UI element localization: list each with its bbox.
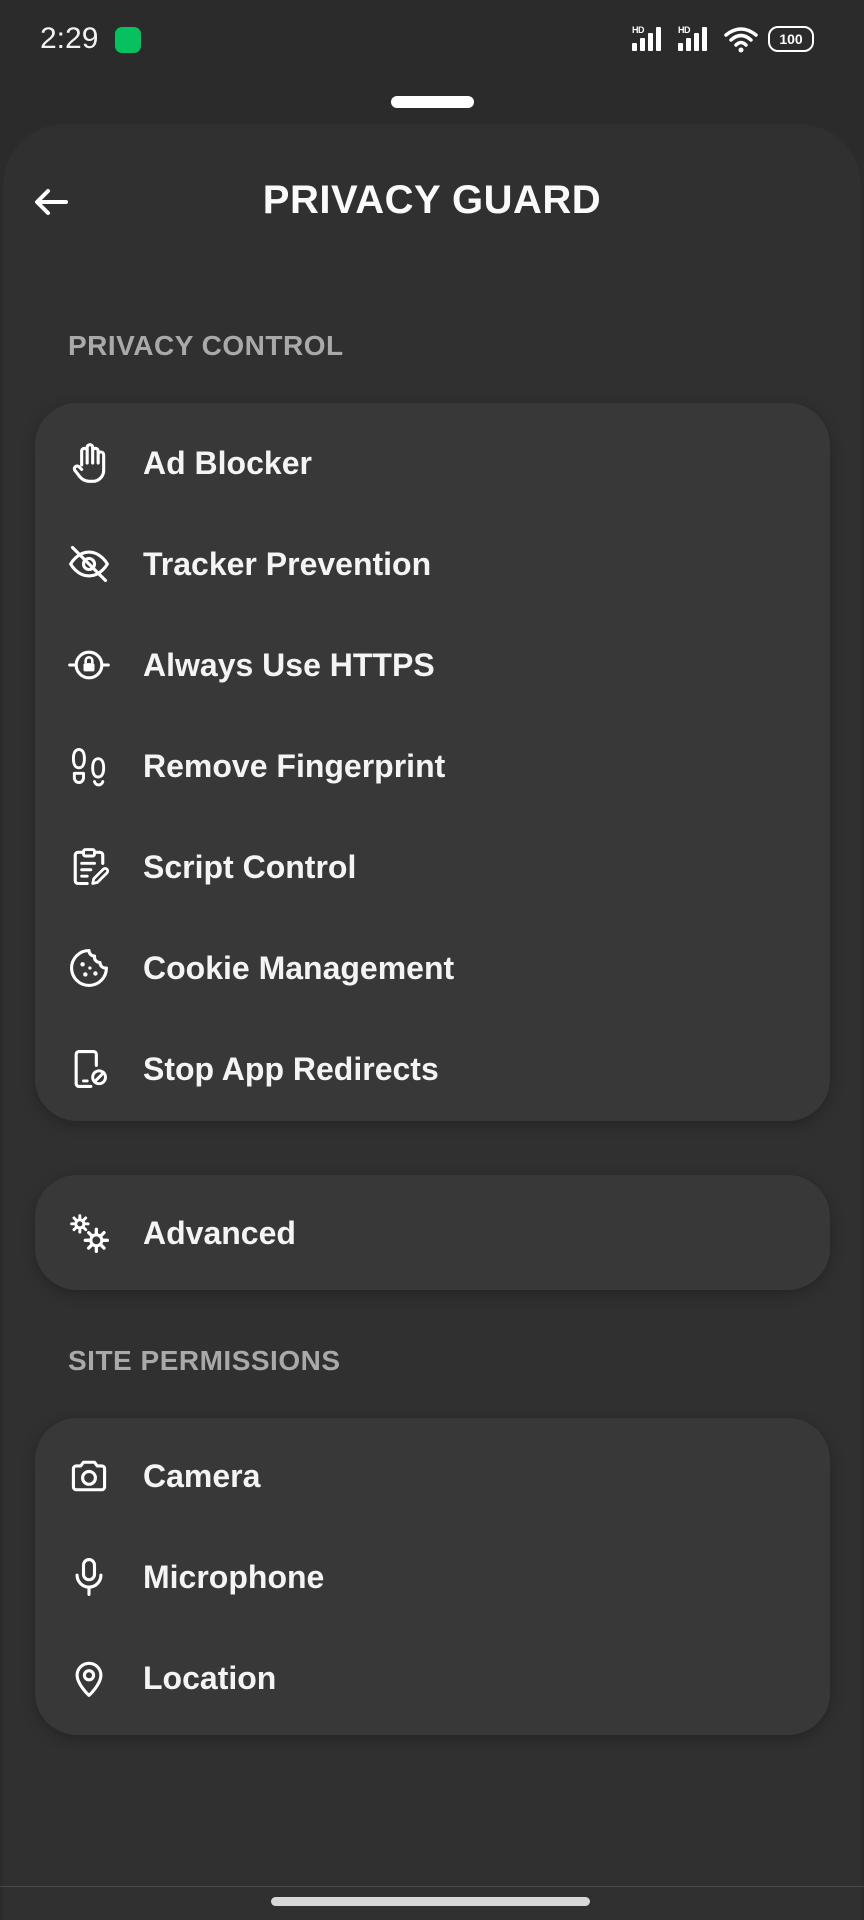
setting-label: Tracker Prevention xyxy=(143,545,432,582)
map-pin-icon xyxy=(67,1656,111,1700)
setting-label: Stop App Redirects xyxy=(143,1050,439,1087)
home-indicator[interactable] xyxy=(271,1897,590,1906)
setting-remove-fingerprint[interactable]: Remove Fingerprint xyxy=(35,716,830,816)
microphone-icon xyxy=(67,1555,111,1599)
navigation-divider xyxy=(0,1886,864,1887)
setting-always-use-https[interactable]: Always Use HTTPS xyxy=(35,615,830,715)
privacy-control-card: Ad Blocker Tracker Prevention Always Use… xyxy=(35,403,830,1121)
permission-location[interactable]: Location xyxy=(35,1628,830,1728)
section-label-privacy-control: PRIVACY CONTROL xyxy=(68,330,344,361)
setting-label: Location xyxy=(143,1659,277,1696)
signal-strength-icon-2: HD xyxy=(678,25,714,53)
setting-label: Cookie Management xyxy=(143,949,455,986)
setting-label: Camera xyxy=(143,1457,261,1494)
camera-icon xyxy=(67,1454,111,1498)
setting-advanced[interactable]: Advanced xyxy=(35,1183,830,1283)
footprints-icon xyxy=(67,744,111,788)
status-bar: 2:29 HD HD 100 xyxy=(0,0,864,80)
wechat-notification-icon xyxy=(115,27,141,53)
setting-label: Microphone xyxy=(143,1558,325,1595)
setting-tracker-prevention[interactable]: Tracker Prevention xyxy=(35,514,830,614)
signal-hd-label: HD xyxy=(632,25,645,35)
setting-label: Always Use HTTPS xyxy=(143,646,435,683)
eye-off-icon xyxy=(67,542,111,586)
setting-label: Ad Blocker xyxy=(143,444,312,481)
signal-strength-icon: HD xyxy=(632,25,668,53)
signal-hd-label-2: HD xyxy=(678,25,691,35)
sheet-grab-handle[interactable] xyxy=(391,96,474,108)
lock-orbit-icon xyxy=(67,643,111,687)
setting-label: Remove Fingerprint xyxy=(143,747,446,784)
setting-label: Advanced xyxy=(143,1214,296,1251)
permission-camera[interactable]: Camera xyxy=(35,1426,830,1526)
wifi-icon xyxy=(724,27,758,53)
setting-ad-blocker[interactable]: Ad Blocker xyxy=(35,413,830,513)
cookie-icon xyxy=(67,946,111,990)
setting-stop-app-redirects[interactable]: Stop App Redirects xyxy=(35,1019,830,1119)
hand-stop-icon xyxy=(67,441,111,485)
status-time: 2:29 xyxy=(40,22,99,55)
permission-microphone[interactable]: Microphone xyxy=(35,1527,830,1627)
battery-icon: 100 xyxy=(768,26,814,52)
site-permissions-card: Camera Microphone Location xyxy=(35,1418,830,1735)
advanced-card: Advanced xyxy=(35,1175,830,1290)
section-label-site-permissions: SITE PERMISSIONS xyxy=(68,1345,341,1376)
status-indicators: HD HD 100 xyxy=(632,24,814,54)
setting-label: Script Control xyxy=(143,848,357,885)
clipboard-edit-icon xyxy=(67,845,111,889)
setting-script-control[interactable]: Script Control xyxy=(35,817,830,917)
setting-cookie-management[interactable]: Cookie Management xyxy=(35,918,830,1018)
page-title: PRIVACY GUARD xyxy=(262,178,602,222)
gears-icon xyxy=(67,1211,111,1255)
phone-block-icon xyxy=(67,1047,111,1091)
